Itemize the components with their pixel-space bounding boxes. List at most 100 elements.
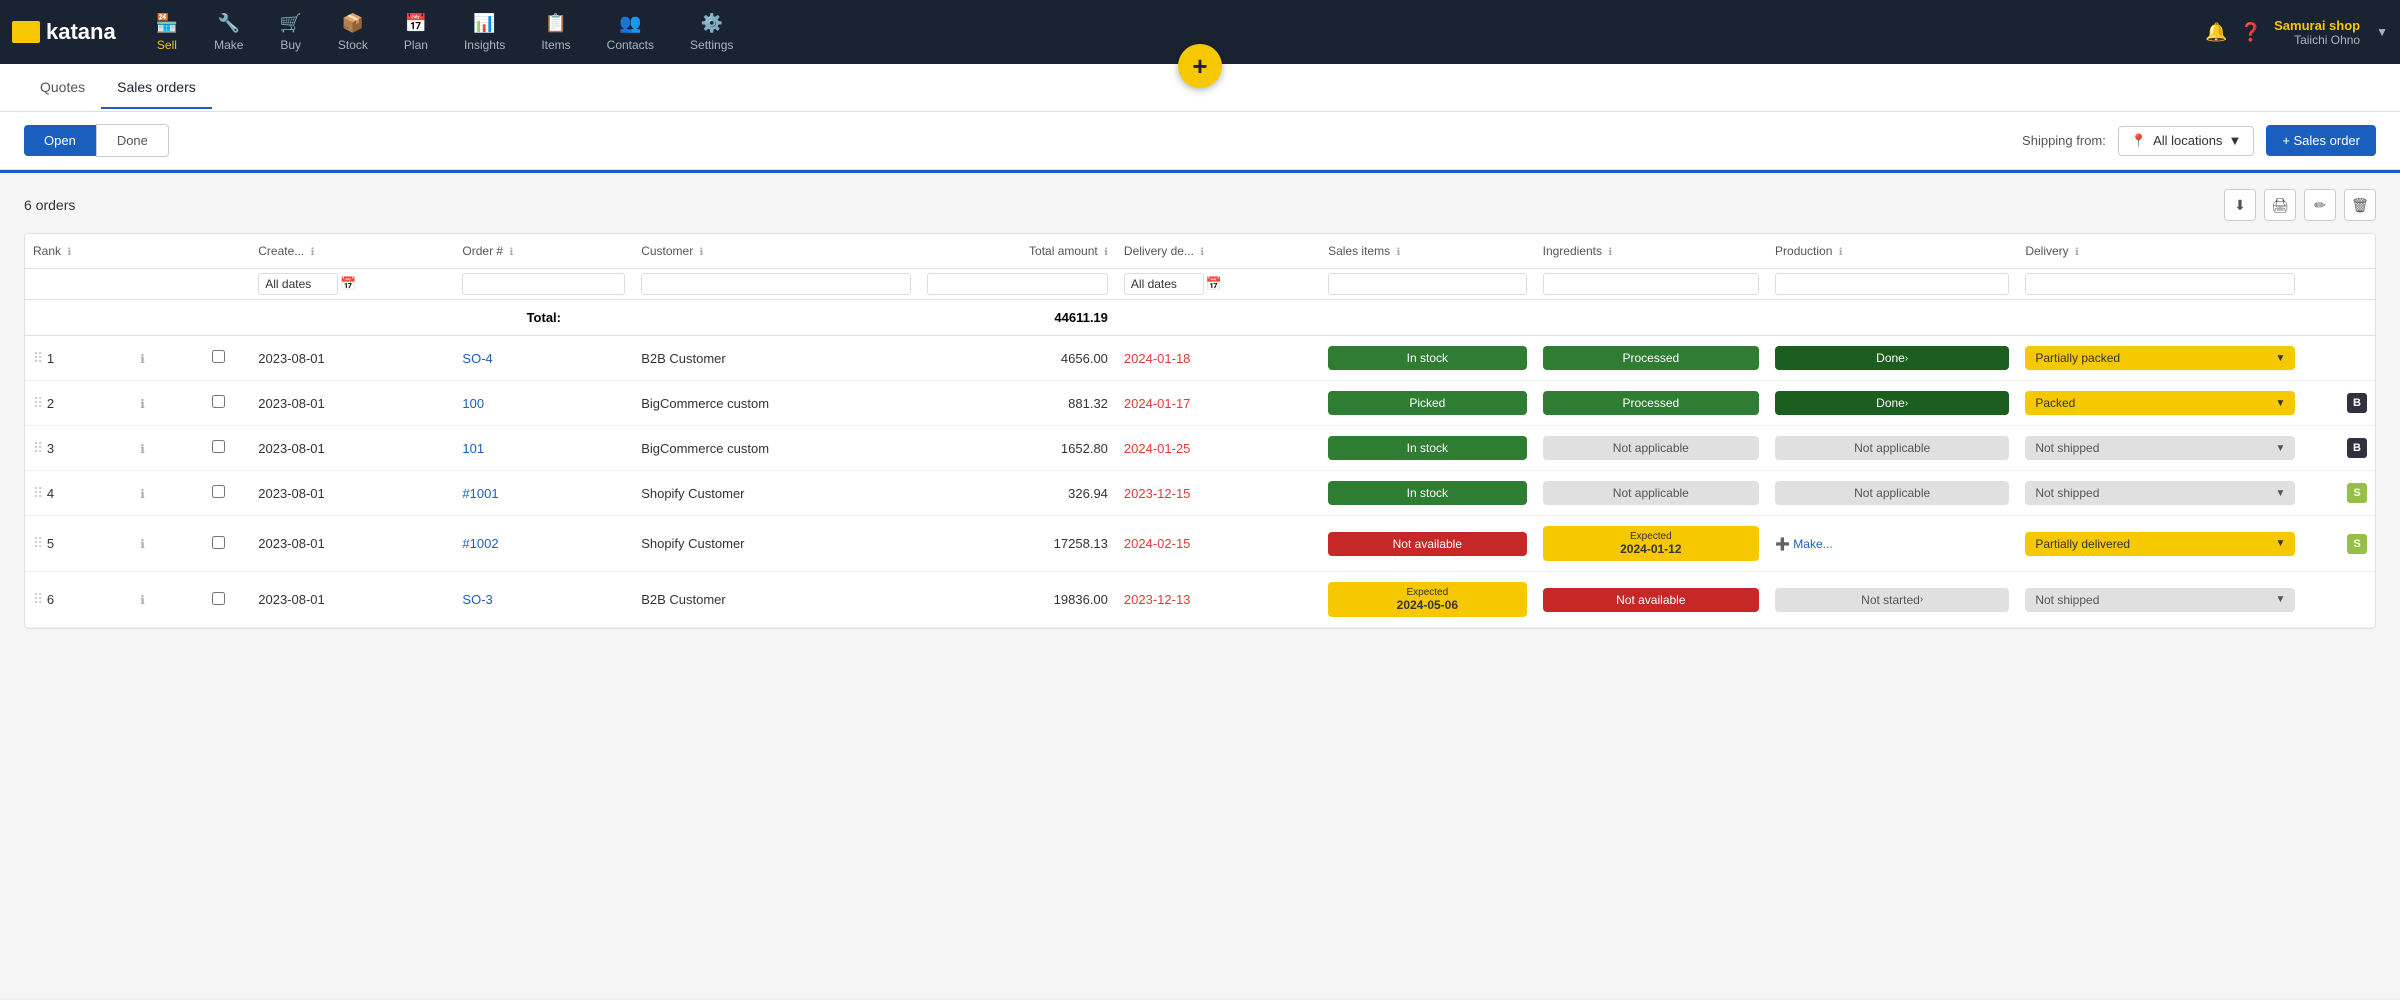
row-checkbox-3[interactable]: [212, 485, 225, 498]
order-link-3[interactable]: #1001: [462, 486, 498, 501]
rank-info-icon[interactable]: ℹ: [67, 247, 71, 258]
nav-item-items[interactable]: 📋 Items: [525, 5, 586, 60]
filter-check: [186, 269, 250, 300]
nav-item-buy[interactable]: 🛒 Buy: [263, 5, 317, 60]
del-status-badge-1[interactable]: Packed ▼: [2025, 391, 2295, 415]
del-status-badge-2[interactable]: Not shipped ▼: [2025, 436, 2295, 460]
nav-item-sell[interactable]: 🏪 Sell: [140, 5, 194, 60]
cell-order-2: 101: [454, 426, 633, 471]
order-link-2[interactable]: 101: [462, 441, 484, 456]
production-info-icon[interactable]: ℹ: [1839, 247, 1843, 258]
filter-created-input[interactable]: [258, 273, 338, 295]
drag-handle-5[interactable]: ⠿: [33, 591, 43, 607]
delivery-date-value-4: 2024-02-15: [1124, 536, 1191, 551]
info-icon-5[interactable]: ℹ: [140, 593, 145, 607]
order-link-5[interactable]: SO-3: [462, 592, 492, 607]
cell-ingredients-4: Expected 2024-01-12: [1535, 516, 1767, 572]
del-status-badge-4[interactable]: Partially delivered ▼: [2025, 532, 2295, 556]
drag-handle-0[interactable]: ⠿: [33, 350, 43, 366]
filter-total-input[interactable]: [927, 273, 1108, 295]
filter-order: [454, 269, 633, 300]
logo[interactable]: katana: [12, 19, 116, 45]
drag-handle-1[interactable]: ⠿: [33, 395, 43, 411]
add-button-circle[interactable]: +: [1178, 44, 1222, 88]
order-info-icon[interactable]: ℹ: [509, 247, 513, 258]
info-icon-0[interactable]: ℹ: [140, 352, 145, 366]
row-checkbox-5[interactable]: [212, 592, 225, 605]
sales-info-icon[interactable]: ℹ: [1396, 247, 1400, 258]
nav-item-plan[interactable]: 📅 Plan: [388, 5, 444, 60]
cell-production-2: Not applicable: [1767, 426, 2017, 471]
cell-customer-4: Shopify Customer: [633, 516, 919, 572]
nav-item-insights[interactable]: 📊 Insights: [448, 5, 521, 60]
done-button[interactable]: Done: [96, 124, 169, 157]
help-icon[interactable]: ❓: [2240, 22, 2262, 43]
nav-label-items: Items: [541, 38, 570, 52]
open-button[interactable]: Open: [24, 125, 96, 156]
insights-icon: 📊: [473, 13, 495, 34]
created-info-icon[interactable]: ℹ: [311, 247, 315, 258]
del-status-badge-0[interactable]: Partially packed ▼: [2025, 346, 2295, 370]
edit-icon[interactable]: ✏: [2304, 189, 2336, 221]
cell-check-3: [186, 471, 250, 516]
print-icon[interactable]: 🖨: [2264, 189, 2296, 221]
cell-row-icon-0: [2303, 336, 2375, 381]
th-check: [186, 234, 250, 269]
row-checkbox-1[interactable]: [212, 395, 225, 408]
shop-dropdown-icon[interactable]: ▼: [2376, 25, 2388, 39]
shipping-location-select[interactable]: 📍 All locations ▼: [2118, 126, 2254, 156]
order-link-0[interactable]: SO-4: [462, 351, 492, 366]
nav-item-make[interactable]: 🔧 Make: [198, 5, 259, 60]
filter-sales-input[interactable]: [1328, 273, 1527, 295]
cell-created-0: 2023-08-01: [250, 336, 454, 381]
row-checkbox-0[interactable]: [212, 350, 225, 363]
bell-icon[interactable]: 🔔: [2205, 22, 2227, 43]
customer-info-icon[interactable]: ℹ: [700, 247, 704, 258]
filter-delivery-input[interactable]: [1124, 273, 1204, 295]
shipping-from-label: Shipping from:: [2022, 133, 2106, 148]
del-status-text-0: Partially packed: [2035, 351, 2120, 365]
tab-quotes[interactable]: Quotes: [24, 67, 101, 109]
filter-del-status-input[interactable]: [2025, 273, 2295, 295]
cell-created-4: 2023-08-01: [250, 516, 454, 572]
shop-info[interactable]: Samurai shop Taiichi Ohno: [2274, 18, 2360, 47]
drag-handle-2[interactable]: ⠿: [33, 440, 43, 456]
total-info-icon[interactable]: ℹ: [1104, 247, 1108, 258]
info-icon-1[interactable]: ℹ: [140, 397, 145, 411]
row-checkbox-4[interactable]: [212, 536, 225, 549]
rank-value-1: 2: [47, 396, 54, 411]
row-checkbox-2[interactable]: [212, 440, 225, 453]
drag-handle-3[interactable]: ⠿: [33, 485, 43, 501]
rank-value-3: 4: [47, 486, 54, 501]
filter-customer-input[interactable]: [641, 273, 911, 295]
info-icon-3[interactable]: ℹ: [140, 487, 145, 501]
ingredients-info-icon[interactable]: ℹ: [1608, 247, 1612, 258]
filter-order-input[interactable]: [462, 273, 625, 295]
filter-production-input[interactable]: [1775, 273, 2009, 295]
make-button-4[interactable]: ➕ Make...: [1775, 537, 1833, 551]
info-icon-4[interactable]: ℹ: [140, 537, 145, 551]
order-link-4[interactable]: #1002: [462, 536, 498, 551]
nav-item-stock[interactable]: 📦 Stock: [322, 5, 384, 60]
cell-check-5: [186, 572, 250, 628]
filter-ingredients-input[interactable]: [1543, 273, 1759, 295]
nav-item-settings[interactable]: ⚙️ Settings: [674, 5, 749, 60]
cell-created-5: 2023-08-01: [250, 572, 454, 628]
new-sales-order-button[interactable]: + Sales order: [2266, 125, 2376, 156]
delete-icon[interactable]: 🗑: [2344, 189, 2376, 221]
drag-handle-4[interactable]: ⠿: [33, 535, 43, 551]
cell-row-icon-3: S: [2303, 471, 2375, 516]
download-icon[interactable]: ⬇: [2224, 189, 2256, 221]
del-status-badge-3[interactable]: Not shipped ▼: [2025, 481, 2295, 505]
del-status-info-icon[interactable]: ℹ: [2075, 247, 2079, 258]
del-status-badge-5[interactable]: Not shipped ▼: [2025, 588, 2295, 612]
order-link-1[interactable]: 100: [462, 396, 484, 411]
tab-sales-orders[interactable]: Sales orders: [101, 67, 212, 109]
calendar2-icon[interactable]: 📅: [1206, 276, 1222, 292]
total-value: 44611.19: [919, 300, 1116, 336]
info-icon-2[interactable]: ℹ: [140, 442, 145, 456]
production-badge-5: Not started ›: [1775, 588, 2009, 612]
nav-item-contacts[interactable]: 👥 Contacts: [591, 5, 670, 60]
delivery-date-info-icon[interactable]: ℹ: [1200, 247, 1204, 258]
calendar-icon[interactable]: 📅: [340, 276, 356, 292]
